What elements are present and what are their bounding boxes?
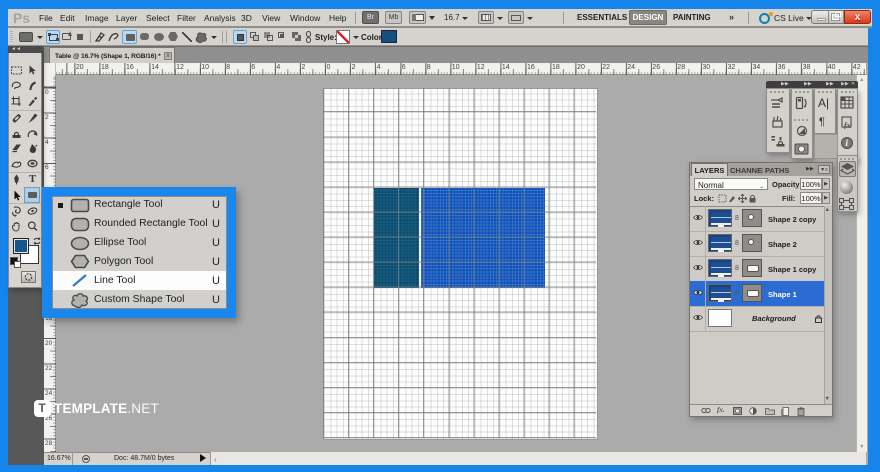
svg-text:fx: fx: [844, 121, 851, 129]
